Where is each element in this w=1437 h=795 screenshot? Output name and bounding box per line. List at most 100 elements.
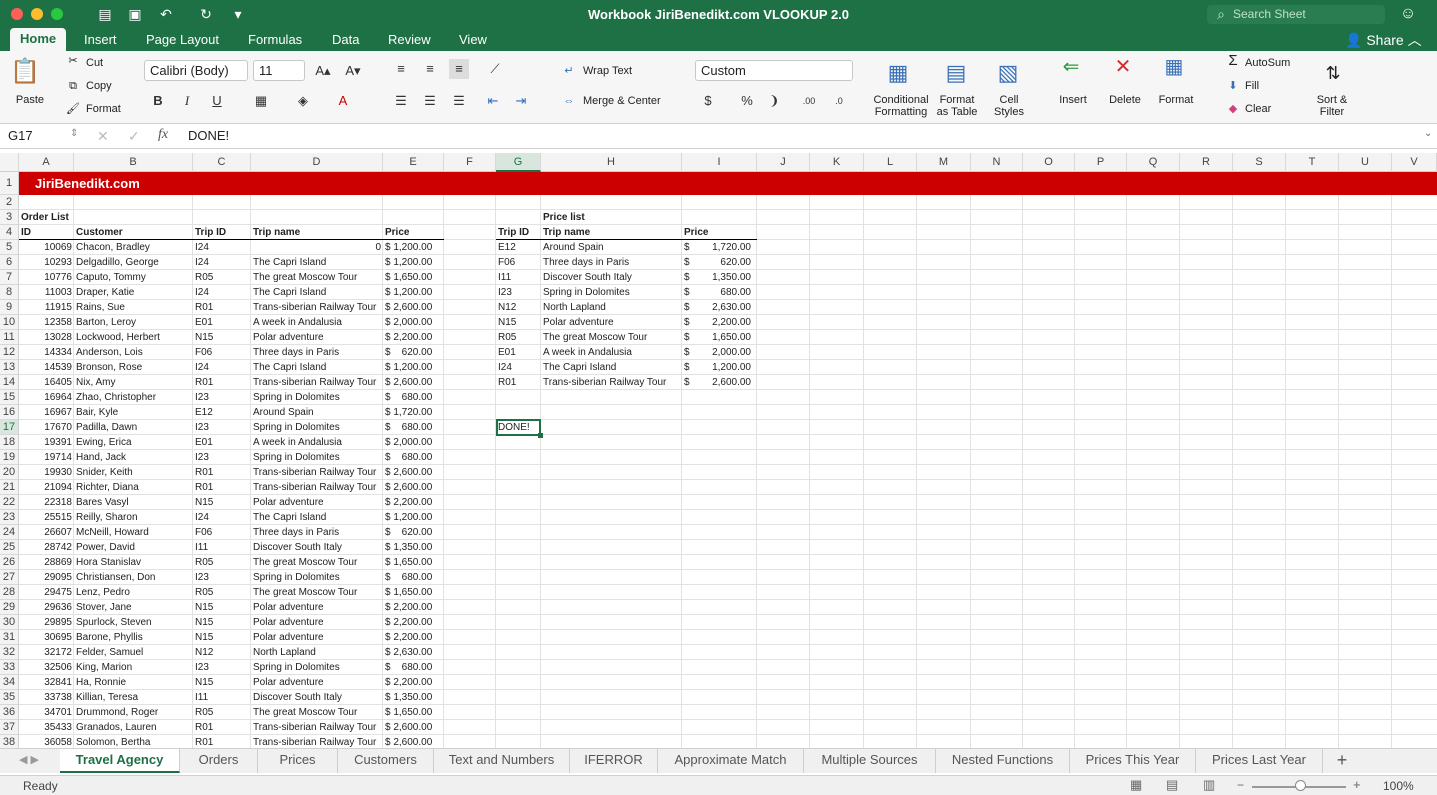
account-icon[interactable]: ☺ [1398, 5, 1418, 23]
column-header-g[interactable]: G [496, 153, 541, 172]
trip-name-cell[interactable]: 0 [251, 240, 383, 255]
customer-cell[interactable]: Granados, Lauren [74, 720, 193, 735]
customer-cell[interactable]: McNeill, Howard [74, 525, 193, 540]
trip-name-cell[interactable]: Spring in Dolomites [251, 570, 383, 585]
zoom-in-icon[interactable]: + [1353, 777, 1361, 792]
price-value-cell[interactable]: 680.00 [682, 285, 757, 300]
row-header-22[interactable]: 22 [0, 495, 19, 510]
price-cell[interactable]: $ 680.00 [383, 390, 444, 405]
price-cell[interactable]: $ 2,600.00 [383, 720, 444, 735]
trip-id-cell[interactable]: R01 [193, 720, 251, 735]
fill-button[interactable]: Fill [1245, 80, 1259, 92]
row-header-34[interactable]: 34 [0, 675, 19, 690]
confirm-entry-icon[interactable]: ✓ [128, 128, 140, 145]
row-header-12[interactable]: 12 [0, 345, 19, 360]
customer-cell[interactable]: Felder, Samuel [74, 645, 193, 660]
customer-cell[interactable]: Snider, Keith [74, 465, 193, 480]
customer-cell[interactable]: Anderson, Lois [74, 345, 193, 360]
price-cell[interactable]: $ 680.00 [383, 660, 444, 675]
sheet-tab-nested-functions[interactable]: Nested Functions [936, 749, 1070, 773]
order-list-header[interactable]: Trip name [251, 225, 383, 240]
row-header-16[interactable]: 16 [0, 405, 19, 420]
customer-cell[interactable]: Zhao, Christopher [74, 390, 193, 405]
cut-button[interactable]: Cut [86, 57, 103, 69]
order-list-header[interactable]: Price [383, 225, 444, 240]
price-cell[interactable]: $ 2,200.00 [383, 615, 444, 630]
row-header-35[interactable]: 35 [0, 690, 19, 705]
column-header-j[interactable]: J [757, 153, 810, 172]
price-cell[interactable]: $ 1,200.00 [383, 510, 444, 525]
row-header-5[interactable]: 5 [0, 240, 19, 255]
order-id-cell[interactable]: 22318 [19, 495, 74, 510]
row-header-10[interactable]: 10 [0, 315, 19, 330]
trip-name-cell[interactable]: Trans-siberian Railway Tour [251, 465, 383, 480]
customer-cell[interactable]: Chacon, Bradley [74, 240, 193, 255]
order-id-cell[interactable]: 14539 [19, 360, 74, 375]
align-right-icon[interactable]: ☰ [449, 91, 469, 111]
column-header-f[interactable]: F [444, 153, 496, 172]
merge-center-button[interactable]: Merge & Center [583, 95, 661, 107]
order-id-cell[interactable]: 32172 [19, 645, 74, 660]
order-id-cell[interactable]: 26607 [19, 525, 74, 540]
customer-cell[interactable]: Bronson, Rose [74, 360, 193, 375]
decrease-font-size-icon[interactable]: A▾ [343, 61, 363, 81]
sheet-tab-text-and-numbers[interactable]: Text and Numbers [434, 749, 570, 773]
price-trip-id-cell[interactable]: R05 [496, 330, 541, 345]
trip-id-cell[interactable]: N15 [193, 675, 251, 690]
column-header-p[interactable]: P [1075, 153, 1127, 172]
order-id-cell[interactable]: 19391 [19, 435, 74, 450]
clear-button[interactable]: Clear [1245, 103, 1271, 115]
trip-id-cell[interactable]: I23 [193, 390, 251, 405]
trip-id-cell[interactable]: R01 [193, 300, 251, 315]
customer-cell[interactable]: Christiansen, Don [74, 570, 193, 585]
tab-review[interactable]: Review [388, 32, 431, 47]
trip-name-cell[interactable]: North Lapland [251, 645, 383, 660]
order-list-header[interactable]: ID [19, 225, 74, 240]
trip-id-cell[interactable]: I24 [193, 285, 251, 300]
copy-button[interactable]: Copy [86, 80, 112, 92]
trip-name-cell[interactable]: Polar adventure [251, 630, 383, 645]
column-header-v[interactable]: V [1392, 153, 1437, 172]
trip-name-cell[interactable]: Around Spain [251, 405, 383, 420]
trip-id-cell[interactable]: I23 [193, 450, 251, 465]
trip-name-cell[interactable]: Discover South Italy [251, 690, 383, 705]
paste-button[interactable]: Paste [10, 94, 50, 106]
expand-formula-bar-icon[interactable]: ⌄ [1424, 128, 1432, 139]
row-header-1[interactable]: 1 [0, 172, 19, 195]
row-header-26[interactable]: 26 [0, 555, 19, 570]
column-header-m[interactable]: M [917, 153, 971, 172]
customer-cell[interactable]: Richter, Diana [74, 480, 193, 495]
page-break-view-icon[interactable]: ▥ [1203, 777, 1215, 793]
column-header-r[interactable]: R [1180, 153, 1233, 172]
align-top-icon[interactable]: ≡ [391, 59, 411, 79]
trip-name-cell[interactable]: The Capri Island [251, 285, 383, 300]
row-header-3[interactable]: 3 [0, 210, 19, 225]
price-cell[interactable]: $ 1,650.00 [383, 555, 444, 570]
price-list-header[interactable]: Price [682, 225, 757, 240]
trip-name-cell[interactable]: The Capri Island [251, 360, 383, 375]
row-header-24[interactable]: 24 [0, 525, 19, 540]
price-trip-id-cell[interactable]: I24 [496, 360, 541, 375]
trip-id-cell[interactable]: R01 [193, 480, 251, 495]
sheet-tab-multiple-sources[interactable]: Multiple Sources [804, 749, 936, 773]
order-id-cell[interactable]: 32841 [19, 675, 74, 690]
customer-cell[interactable]: Hora Stanislav [74, 555, 193, 570]
font-name-select[interactable]: Calibri (Body) [144, 60, 248, 81]
price-trip-id-cell[interactable]: E12 [496, 240, 541, 255]
trip-id-cell[interactable]: E12 [193, 405, 251, 420]
underline-button[interactable]: U [207, 91, 227, 111]
price-cell[interactable]: $ 2,000.00 [383, 435, 444, 450]
price-trip-name-cell[interactable]: The great Moscow Tour [541, 330, 682, 345]
row-header-15[interactable]: 15 [0, 390, 19, 405]
price-cell[interactable]: $ 2,200.00 [383, 330, 444, 345]
decrease-decimal-icon[interactable]: .0 [829, 91, 849, 111]
column-header-d[interactable]: D [251, 153, 383, 172]
price-cell[interactable]: $ 1,200.00 [383, 285, 444, 300]
order-id-cell[interactable]: 14334 [19, 345, 74, 360]
customer-cell[interactable]: Nix, Amy [74, 375, 193, 390]
order-list-title[interactable]: Order List [19, 210, 74, 225]
order-id-cell[interactable]: 21094 [19, 480, 74, 495]
zoom-out-icon[interactable]: − [1237, 778, 1244, 792]
customer-cell[interactable]: Hand, Jack [74, 450, 193, 465]
row-header-21[interactable]: 21 [0, 480, 19, 495]
